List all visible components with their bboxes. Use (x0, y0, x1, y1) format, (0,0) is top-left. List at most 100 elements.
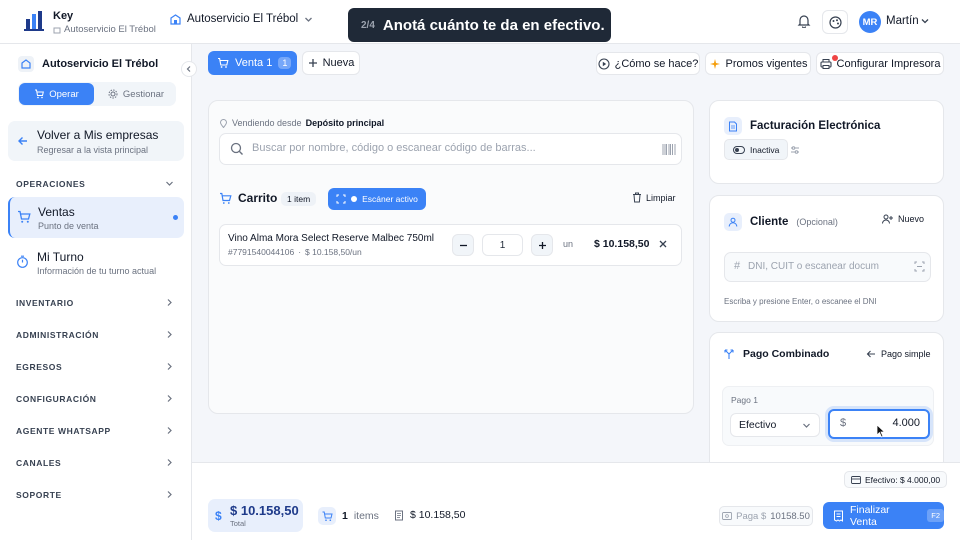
section-administracion[interactable]: ADMINISTRACIÓN (16, 330, 99, 340)
sidebar-item-mi-turno[interactable]: Mi Turno Información de tu turno actual (8, 245, 184, 285)
chevron-down-icon[interactable] (920, 16, 930, 26)
palette-button[interactable] (822, 10, 848, 34)
new-sale-button[interactable]: Nueva (302, 51, 360, 75)
plus-icon (308, 58, 318, 68)
chevron-right-icon[interactable] (165, 426, 174, 435)
sliders-icon[interactable] (790, 145, 800, 155)
mouse-cursor-icon (876, 424, 886, 438)
close-icon[interactable] (658, 239, 668, 249)
tab-label: Venta 1 (235, 57, 273, 69)
how-to-button[interactable]: ¿Cómo se hace? (596, 52, 700, 75)
printer-icon (819, 58, 832, 70)
selling-from-label: Vendiendo desde (232, 118, 302, 128)
turno-title: Mi Turno (37, 250, 84, 264)
chevron-down-icon[interactable] (165, 179, 174, 188)
cart-count-badge: 1 item (281, 192, 317, 206)
mode-operar-button[interactable]: Operar (19, 83, 94, 105)
barcode-icon[interactable] (662, 144, 676, 155)
turno-subtitle: Información de tu turno actual (37, 266, 157, 276)
customer-search-input[interactable] (748, 261, 908, 272)
pays-with-field[interactable]: Paga $ 10158.50 (719, 506, 813, 526)
clear-cart-button[interactable]: Limpiar (632, 192, 676, 203)
qty-increase-button[interactable] (531, 234, 553, 256)
mode-toggle: Operar Gestionar (18, 82, 176, 106)
chevron-right-icon[interactable] (165, 362, 174, 371)
section-configuracion[interactable]: CONFIGURACIÓN (16, 394, 97, 404)
payment-card: Pago Combinado Pago simple Pago 1 Efecti… (709, 332, 944, 472)
store-icon (18, 56, 34, 72)
section-operaciones[interactable]: OPERACIONES (16, 179, 85, 189)
section-egresos[interactable]: EGRESOS (16, 362, 62, 372)
total-value: $ 10.158,50 (230, 503, 299, 518)
chevron-right-icon[interactable] (165, 490, 174, 499)
customer-search[interactable]: # (724, 252, 931, 282)
subtotal-value: $ 10.158,50 (410, 509, 466, 521)
user-plus-icon (882, 214, 893, 224)
customer-title-text: Cliente (750, 216, 789, 228)
new-sale-label: Nueva (322, 57, 355, 69)
back-subtitle: Regresar a la vista principal (37, 145, 149, 155)
qty-decrease-button[interactable] (452, 234, 474, 256)
bell-icon[interactable] (797, 14, 811, 28)
gear-icon (108, 89, 118, 99)
trash-icon (632, 192, 642, 203)
sidebar-item-ventas[interactable]: Ventas Punto de venta (8, 197, 184, 238)
section-agente-whatsapp[interactable]: AGENTE WHATSAPP (16, 426, 111, 436)
scan-frame-icon[interactable] (914, 261, 925, 272)
scanner-toggle[interactable]: Escáner activo (328, 188, 426, 210)
chevron-right-icon[interactable] (165, 458, 174, 467)
tutorial-step: 2/4 (361, 19, 375, 31)
finalize-sale-button[interactable]: Finalizar Venta F2 (823, 502, 944, 529)
chevron-right-icon[interactable] (165, 394, 174, 403)
sidebar-collapse-button[interactable] (181, 61, 197, 77)
mode-gestionar-label: Gestionar (122, 88, 165, 100)
palette-icon (828, 15, 842, 29)
subtotal-summary: $ 10.158,50 (394, 509, 465, 521)
payment-method-select[interactable]: Efectivo (730, 413, 820, 437)
pays-with-value: 10158.50 (770, 510, 810, 522)
qty-input[interactable]: 1 (482, 234, 523, 256)
avatar[interactable]: MR (859, 11, 881, 33)
payment-method-value: Efectivo (739, 419, 777, 431)
cart-title-text: Carrito (238, 191, 278, 205)
customer-title: Cliente (Opcional) (724, 213, 838, 231)
hash-icon: # (734, 260, 741, 272)
back-to-companies[interactable]: Volver a Mis empresas Regresar a la vist… (8, 121, 184, 161)
scan-frame-icon (336, 194, 346, 204)
new-customer-button[interactable]: Nuevo (882, 214, 924, 224)
billing-status-toggle[interactable]: Inactiva (724, 139, 789, 160)
cart-icon (217, 57, 229, 69)
chevron-down-icon (304, 15, 313, 24)
product-search-input[interactable] (252, 142, 632, 154)
store-selector[interactable]: Autoservicio El Trébol (170, 13, 313, 25)
how-to-label: ¿Cómo se hace? (614, 57, 699, 70)
play-circle-icon (598, 57, 610, 70)
chevron-down-icon (802, 421, 811, 430)
tab-venta-1[interactable]: Venta 1 1 (208, 51, 297, 75)
scanner-label: Escáner activo (362, 194, 418, 204)
section-inventario[interactable]: INVENTARIO (16, 298, 74, 308)
cash-icon (722, 512, 733, 520)
item-separator: · (298, 247, 302, 257)
timer-icon (16, 255, 29, 268)
product-search[interactable] (219, 133, 682, 165)
user-name[interactable]: Martín (886, 15, 919, 27)
selling-from-value[interactable]: Depósito principal (306, 118, 385, 128)
simple-payment-button[interactable]: Pago simple (866, 349, 931, 359)
new-customer-label: Nuevo (898, 214, 925, 224)
promos-button[interactable]: Promos vigentes (705, 52, 811, 75)
section-canales[interactable]: CANALES (16, 458, 61, 468)
chevron-left-icon (185, 65, 193, 73)
chevron-right-icon[interactable] (165, 298, 174, 307)
cash-summary-text: Efectivo: $ 4.000,00 (865, 474, 941, 485)
chevron-right-icon[interactable] (165, 330, 174, 339)
cart-icon (17, 210, 31, 224)
logo-icon[interactable] (24, 10, 44, 32)
tutorial-toast: 2/4 Anotá cuánto te da en efectivo. (348, 8, 611, 42)
mode-gestionar-button[interactable]: Gestionar (98, 83, 174, 105)
app-name: Key (53, 10, 74, 22)
section-soporte[interactable]: SOPORTE (16, 490, 62, 500)
payment-row-label: Pago 1 (731, 395, 758, 405)
status-dot (351, 196, 358, 202)
item-unit-price: $ 10.158,50/un (305, 247, 362, 257)
